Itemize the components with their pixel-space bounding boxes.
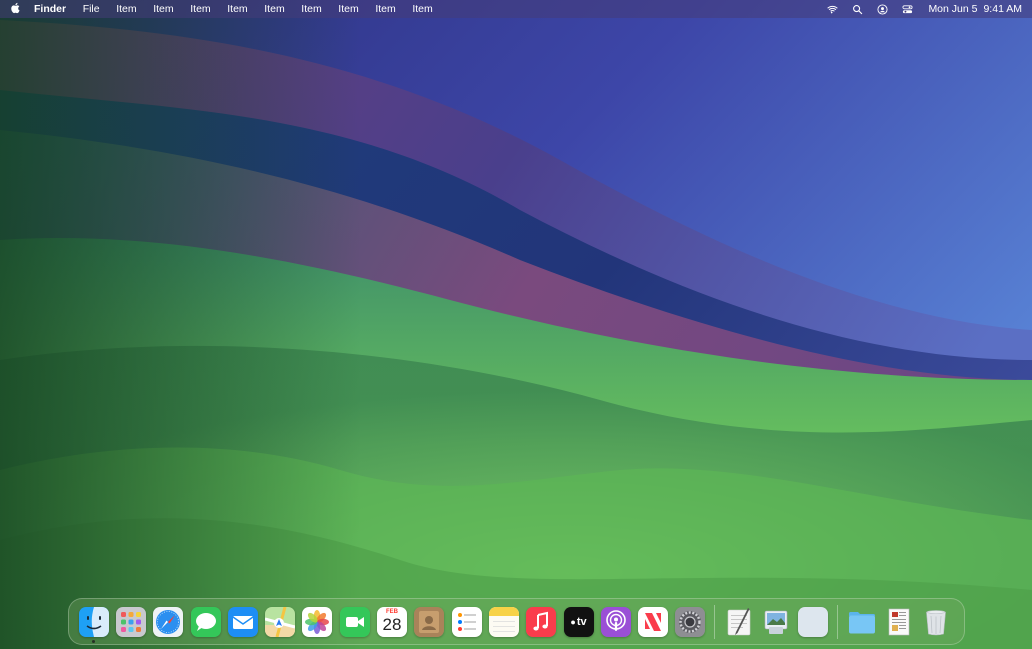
menu-bar: Finder File Item Item Item Item Item Ite… <box>0 0 1032 18</box>
menu-item-1[interactable]: Item <box>108 0 145 18</box>
preview-icon <box>761 607 791 637</box>
maps-icon <box>265 606 296 637</box>
menu-clock[interactable]: Mon Jun 5 9:41 AM <box>920 3 1022 15</box>
dock-app-mail[interactable] <box>224 598 261 645</box>
mail-icon <box>227 606 258 637</box>
textedit-icon <box>724 607 754 637</box>
contacts-icon <box>414 606 445 637</box>
facetime-icon <box>339 606 370 637</box>
dock-app-music[interactable] <box>523 598 560 645</box>
dock-app-photos[interactable] <box>299 598 336 645</box>
menu-item-4[interactable]: Item <box>219 0 256 18</box>
music-icon <box>526 606 557 637</box>
apple-logo-icon: ● <box>570 616 576 627</box>
calendar-day: 28 <box>382 614 402 634</box>
dock-app-finder[interactable] <box>75 598 112 645</box>
dock-trash[interactable] <box>918 598 955 645</box>
launchpad-icon <box>115 606 146 637</box>
menu-item-7[interactable]: Item <box>330 0 367 18</box>
search-icon[interactable] <box>845 0 870 18</box>
dock-app-system-settings[interactable] <box>672 598 709 645</box>
dock: FEB 28 ● tv <box>68 598 965 645</box>
control-center-icon[interactable] <box>895 0 920 18</box>
user-icon[interactable] <box>870 0 895 18</box>
dock-app-textedit[interactable] <box>720 598 757 645</box>
menu-item-2[interactable]: Item <box>145 0 182 18</box>
menu-app-name[interactable]: Finder <box>30 0 74 18</box>
clock-date: Mon Jun 5 <box>928 3 978 15</box>
dock-app-tv[interactable]: ● tv <box>560 598 597 645</box>
podcasts-icon <box>600 606 631 637</box>
photos-icon <box>302 606 333 637</box>
menu-item-5[interactable]: Item <box>256 0 293 18</box>
dock-document[interactable] <box>880 598 917 645</box>
menu-item-6[interactable]: Item <box>293 0 330 18</box>
dock-app-podcasts[interactable] <box>597 598 634 645</box>
tv-label: tv <box>576 615 587 628</box>
safari-icon <box>153 606 184 637</box>
notes-icon <box>488 606 519 637</box>
messages-icon <box>190 606 221 637</box>
tv-icon: ● tv <box>563 606 594 637</box>
dock-app-maps[interactable] <box>261 598 298 645</box>
clock-time: 9:41 AM <box>983 3 1022 15</box>
dock-app-reminders[interactable] <box>448 598 485 645</box>
document-icon <box>884 607 914 637</box>
dock-separator <box>836 604 838 639</box>
wifi-icon[interactable] <box>820 0 845 18</box>
finder-icon <box>78 606 109 637</box>
gear-icon <box>675 606 706 637</box>
dock-app-calendar[interactable]: FEB 28 <box>373 598 410 645</box>
calendar-icon: FEB 28 <box>377 606 408 637</box>
dock-app-news[interactable] <box>634 598 671 645</box>
trash-icon <box>921 607 951 637</box>
reminders-icon <box>451 606 482 637</box>
menu-item-3[interactable]: Item <box>182 0 219 18</box>
dock-app-contacts[interactable] <box>411 598 448 645</box>
dock-app-safari[interactable] <box>150 598 187 645</box>
blank-app-icon <box>798 606 829 637</box>
menu-file[interactable]: File <box>74 0 108 18</box>
desktop-wallpaper <box>0 0 1032 649</box>
dock-separator <box>714 604 716 639</box>
apple-logo-icon[interactable] <box>0 0 30 19</box>
dock-app-preview[interactable] <box>757 598 794 645</box>
dock-app-messages[interactable] <box>187 598 224 645</box>
menu-item-8[interactable]: Item <box>367 0 404 18</box>
dock-app-notes[interactable] <box>485 598 522 645</box>
menu-item-9[interactable]: Item <box>404 0 441 18</box>
dock-app-facetime[interactable] <box>336 598 373 645</box>
dock-folder[interactable] <box>843 598 880 645</box>
running-indicator <box>92 640 96 643</box>
folder-icon <box>847 607 877 637</box>
dock-app-blank[interactable] <box>795 598 832 645</box>
dock-app-launchpad[interactable] <box>112 598 149 645</box>
news-icon <box>638 606 669 637</box>
